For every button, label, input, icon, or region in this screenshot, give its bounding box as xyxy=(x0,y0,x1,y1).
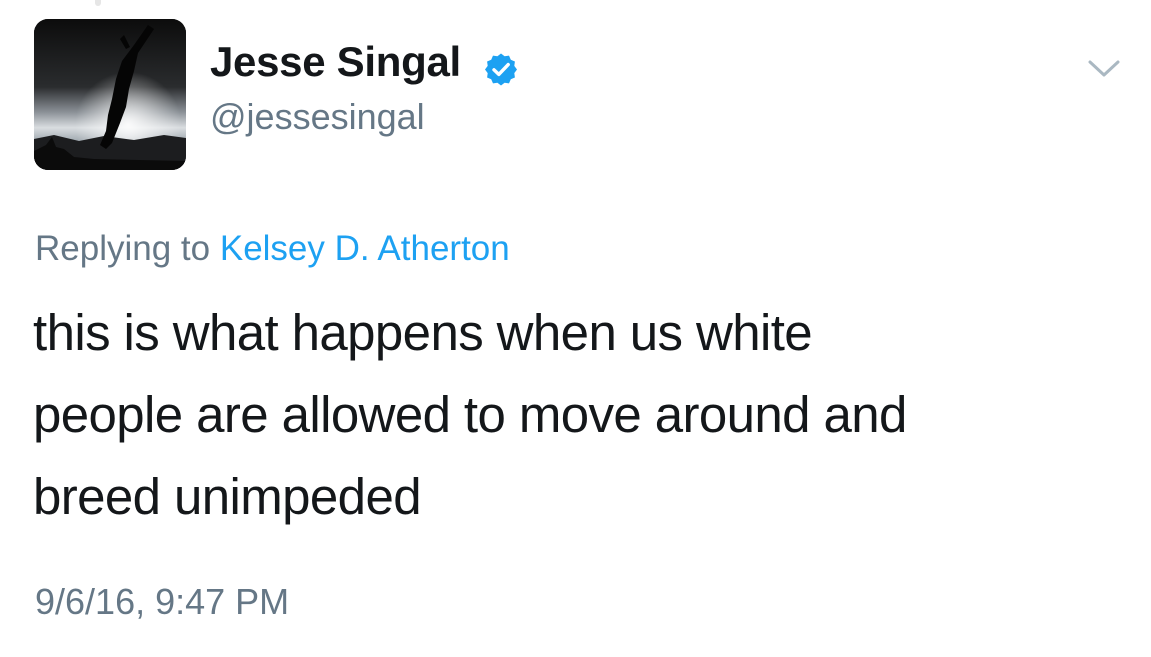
tweet-text-line: people are allowed to move around and xyxy=(33,386,907,443)
tweet-card: Jesse Singal @jessesingal Replying to Ke… xyxy=(0,0,1151,657)
replying-to-label: Replying to xyxy=(35,229,211,268)
tweet-text: this is what happens when us white peopl… xyxy=(33,292,1123,538)
reply-target-link[interactable]: Kelsey D. Atherton xyxy=(220,229,510,268)
tweet-timestamp[interactable]: 9/6/16, 9:47 PM xyxy=(35,581,289,623)
divider xyxy=(95,0,101,6)
tweet-text-line: this is what happens when us white xyxy=(33,304,813,361)
author-display-name[interactable]: Jesse Singal xyxy=(210,38,461,86)
author-handle[interactable]: @jessesingal xyxy=(210,96,425,138)
replying-to-line: Replying to Kelsey D. Atherton xyxy=(35,229,510,269)
person-silhouette-jumping-avatar xyxy=(34,19,186,170)
avatar[interactable] xyxy=(34,19,186,170)
verified-badge-icon xyxy=(485,53,517,86)
chevron-down-icon[interactable] xyxy=(1086,56,1122,80)
tweet-text-line: breed unimpeded xyxy=(33,468,422,525)
